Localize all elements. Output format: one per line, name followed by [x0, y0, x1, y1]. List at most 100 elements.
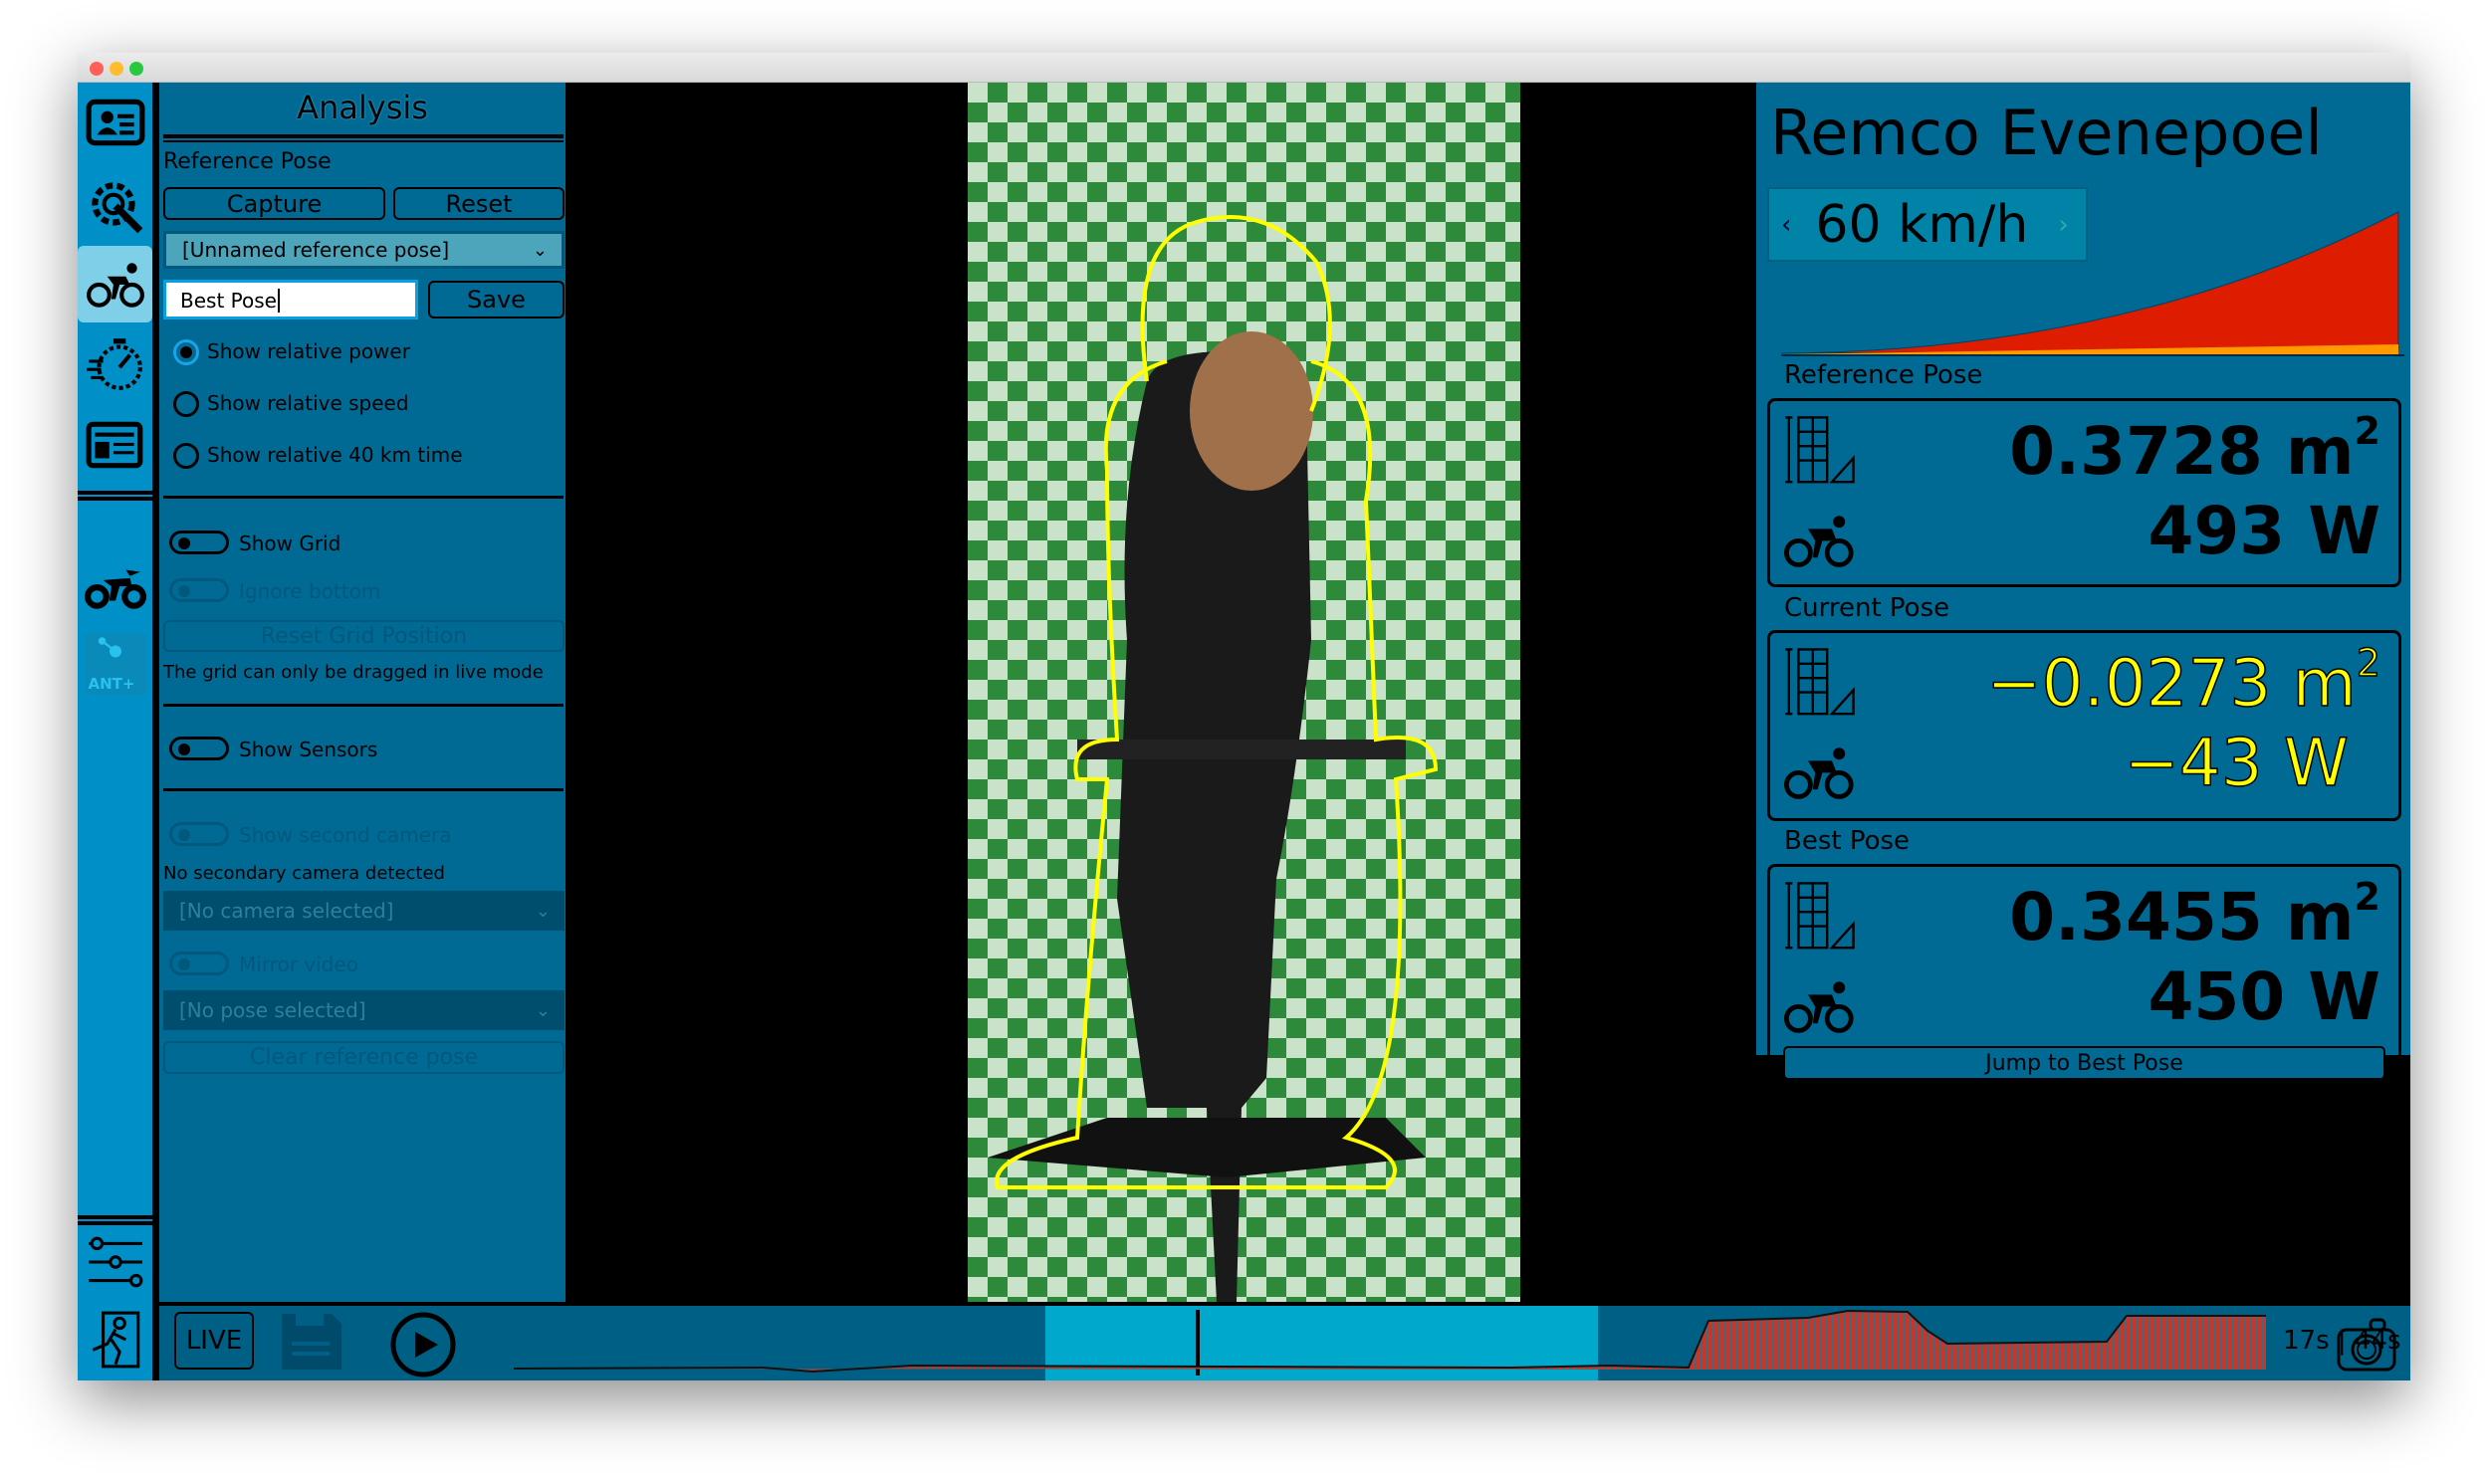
- pose-select-value: [No pose selected]: [179, 998, 366, 1022]
- pose-name-input[interactable]: Best Pose: [163, 280, 418, 319]
- id-card-icon: [86, 99, 144, 146]
- playback-bar: LIVE 17s | 44s: [159, 1302, 2410, 1380]
- no-secondary-camera-note: No secondary camera detected: [163, 863, 445, 884]
- pose-select[interactable]: [No pose selected] ⌄: [163, 990, 565, 1030]
- speed-stepper[interactable]: ‹ 60 km/h ›: [1767, 187, 2088, 262]
- show-sensors-toggle[interactable]: [169, 737, 229, 760]
- reset-grid-position-button[interactable]: Reset Grid Position: [163, 620, 565, 652]
- capture-button[interactable]: Capture: [163, 187, 385, 220]
- camera-icon[interactable]: [2335, 1314, 2398, 1374]
- reference-power-value: 493 W: [2148, 493, 2380, 569]
- chevron-right-icon[interactable]: ›: [2058, 210, 2068, 240]
- reset-button[interactable]: Reset: [393, 187, 565, 220]
- current-power-value: −43 W: [2124, 724, 2350, 802]
- panel-title: Analysis: [297, 89, 428, 126]
- reference-area-value: 0.3728 m2: [2009, 409, 2380, 490]
- divider: [163, 496, 564, 499]
- sidebar-item-report[interactable]: [78, 409, 152, 481]
- radio-relative-power[interactable]: [173, 339, 199, 365]
- play-button[interactable]: [388, 1310, 458, 1379]
- reference-pose-select-value: [Unnamed reference pose]: [182, 238, 450, 262]
- divider: [163, 704, 564, 707]
- jump-to-best-pose-button[interactable]: Jump to Best Pose: [1783, 1046, 2385, 1080]
- show-second-camera-toggle[interactable]: [169, 822, 229, 846]
- ant-plus-label: ANT+: [88, 675, 135, 693]
- stopwatch-icon: [86, 338, 142, 390]
- close-button[interactable]: [90, 62, 104, 76]
- ignore-bottom-label: Ignore bottom: [239, 579, 381, 603]
- frontal-area-icon: [1785, 416, 1855, 484]
- speed-value: 60 km/h: [1815, 194, 2029, 255]
- sliders-icon: [88, 1236, 142, 1288]
- current-area-value: −0.0273 m2: [1986, 640, 2381, 723]
- radio-relative-speed[interactable]: [173, 391, 199, 417]
- show-second-camera-label: Show second camera: [239, 823, 452, 847]
- sidebar-divider: [78, 1215, 152, 1225]
- sidebar-item-settings[interactable]: [78, 170, 152, 242]
- ant-plus-icon: ANT+: [84, 633, 146, 695]
- reference-pose-heading: Reference Pose: [163, 149, 332, 174]
- pose-name-value: Best Pose: [180, 289, 277, 313]
- radio-relative-40km-time[interactable]: [173, 443, 199, 469]
- frontal-area-icon: [1785, 648, 1855, 716]
- sidebar-item-exit[interactable]: [78, 1305, 152, 1375]
- sidebar-item-adjustments[interactable]: [78, 1227, 152, 1297]
- sidebar: ANT+: [78, 83, 156, 1380]
- best-area-value: 0.3455 m2: [2009, 875, 2380, 955]
- zoom-button[interactable]: [129, 62, 143, 76]
- camera-select-value: [No camera selected]: [179, 899, 394, 923]
- radio-label: Show relative power: [207, 339, 410, 363]
- cyclist-icon: [1784, 516, 1854, 567]
- sidebar-item-timer[interactable]: [78, 327, 152, 399]
- best-pose-label: Best Pose: [1784, 826, 1911, 856]
- aero-cyclist-icon: [84, 569, 146, 609]
- title-bar: [78, 53, 2410, 83]
- segmented-video-frame: [968, 83, 1520, 1302]
- mirror-video-label: Mirror video: [239, 953, 358, 976]
- exit-icon: [92, 1311, 139, 1369]
- chevron-left-icon[interactable]: ‹: [1781, 210, 1791, 240]
- sidebar-item-ant[interactable]: ANT+: [78, 632, 152, 696]
- save-recording-icon[interactable]: [278, 1312, 343, 1372]
- best-power-value: 450 W: [2148, 958, 2380, 1035]
- show-sensors-label: Show Sensors: [239, 738, 378, 761]
- cyclist-icon: [1784, 747, 1854, 799]
- best-pose-card: 0.3455 m2 450 W Jump to Best Pose: [1767, 864, 2401, 1098]
- camera-select[interactable]: [No camera selected] ⌄: [163, 891, 565, 931]
- sidebar-divider: [78, 491, 152, 501]
- gear-wrench-icon: [91, 182, 142, 234]
- divider: [163, 788, 564, 791]
- frontal-area-icon: [1785, 882, 1855, 950]
- live-button[interactable]: LIVE: [174, 1312, 254, 1370]
- mirror-video-toggle[interactable]: [169, 952, 229, 975]
- divider: [163, 140, 564, 142]
- chevron-down-icon: ⌄: [535, 900, 551, 922]
- show-grid-toggle[interactable]: [169, 530, 229, 554]
- show-grid-label: Show Grid: [239, 531, 341, 555]
- current-pose-label: Current Pose: [1784, 593, 1950, 623]
- sidebar-item-aero[interactable]: [78, 548, 152, 620]
- video-view[interactable]: [569, 83, 1752, 1302]
- chevron-down-icon: ⌄: [532, 239, 548, 261]
- reference-pose-select[interactable]: [Unnamed reference pose] ⌄: [163, 231, 565, 269]
- current-pose-card: −0.0273 m2 −43 W: [1767, 630, 2401, 821]
- cyclist-icon: [86, 262, 144, 308]
- cyclist-icon: [1784, 981, 1854, 1033]
- clear-reference-pose-button[interactable]: Clear reference pose: [163, 1041, 565, 1074]
- minimize-button[interactable]: [110, 62, 123, 76]
- stats-panel: Remco Evenepoel ‹ 60 km/h › Reference Po…: [1752, 83, 2410, 1098]
- sidebar-item-profile[interactable]: [78, 91, 152, 154]
- reference-pose-card: 0.3728 m2 493 W: [1767, 398, 2401, 587]
- app-window: ANT+ Analysis Reference Pose Capture Res…: [78, 53, 2410, 1380]
- newspaper-icon: [86, 421, 142, 469]
- timeline-waveform[interactable]: [514, 1306, 2266, 1380]
- divider: [163, 134, 564, 138]
- grid-note: The grid can only be dragged in live mod…: [163, 662, 544, 683]
- save-button[interactable]: Save: [428, 281, 565, 318]
- sidebar-item-analysis[interactable]: [78, 246, 152, 322]
- reference-pose-label: Reference Pose: [1784, 360, 1983, 390]
- chevron-down-icon: ⌄: [535, 999, 551, 1021]
- radio-label: Show relative 40 km time: [207, 443, 463, 467]
- ignore-bottom-toggle[interactable]: [169, 578, 229, 602]
- rider-silhouette: [988, 215, 1439, 1302]
